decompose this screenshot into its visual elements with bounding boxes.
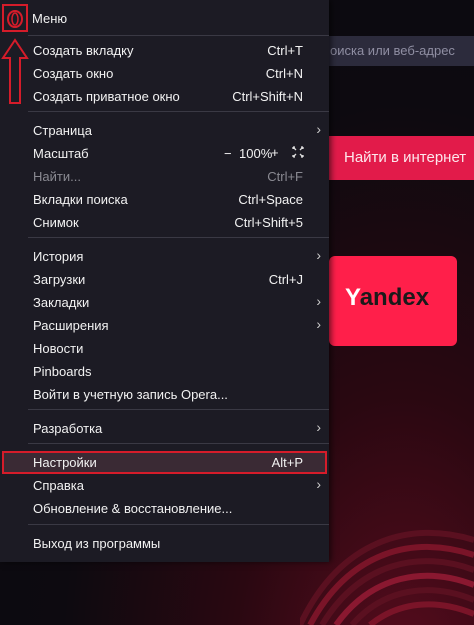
zoom-in-button[interactable]: + [271, 145, 279, 160]
zoom-value: 100% [239, 146, 273, 161]
menu-separator [28, 409, 329, 410]
menu-header[interactable]: Меню [0, 0, 329, 36]
address-placeholder: оиска или веб-адрес [330, 43, 455, 58]
menu-item-extensions[interactable]: Расширения › [0, 314, 329, 337]
menu-item-downloads[interactable]: Загрузки Ctrl+J [0, 268, 329, 291]
menu-separator [28, 111, 329, 112]
chevron-right-icon: › [316, 419, 321, 435]
opera-main-menu: Меню Создать вкладку Ctrl+T Создать окно… [0, 0, 329, 562]
menu-item-help[interactable]: Справка › [0, 474, 329, 497]
zoom-out-button[interactable]: − [224, 146, 232, 161]
menu-separator [28, 35, 329, 36]
menu-item-find[interactable]: Найти... Ctrl+F [0, 165, 329, 188]
menu-separator [28, 443, 329, 444]
menu-item-settings[interactable]: Настройки Alt+P [0, 451, 329, 474]
menu-item-history[interactable]: История › [0, 245, 329, 268]
menu-title: Меню [32, 11, 68, 26]
opera-icon [7, 10, 23, 28]
yandex-logo: Yandex [345, 284, 430, 311]
web-search-button[interactable]: Найти в интернет [328, 136, 474, 180]
menu-item-search-tabs[interactable]: Вкладки поиска Ctrl+Space [0, 188, 329, 211]
chevron-right-icon: › [316, 293, 321, 309]
menu-separator [28, 237, 329, 238]
menu-item-snapshot[interactable]: Снимок Ctrl+Shift+5 [0, 211, 329, 234]
speed-dial-yandex[interactable]: Yandex [329, 256, 457, 346]
menu-item-exit[interactable]: Выход из программы [0, 532, 329, 555]
menu-item-page[interactable]: Страница › [0, 119, 329, 142]
fullscreen-icon[interactable] [292, 146, 304, 158]
menu-item-new-private-window[interactable]: Создать приватное окно Ctrl+Shift+N [0, 85, 329, 108]
menu-item-zoom: Масштаб − 100% + [0, 142, 329, 165]
chevron-right-icon: › [316, 316, 321, 332]
menu-item-sign-in[interactable]: Войти в учетную запись Opera... [0, 383, 329, 406]
menu-separator [28, 524, 329, 525]
chevron-right-icon: › [316, 247, 321, 263]
menu-item-news[interactable]: Новости [0, 337, 329, 360]
chevron-right-icon: › [316, 476, 321, 492]
chevron-right-icon: › [316, 121, 321, 137]
menu-item-new-tab[interactable]: Создать вкладку Ctrl+T [0, 39, 329, 62]
menu-item-update-recovery[interactable]: Обновление & восстановление... [0, 497, 329, 520]
menu-item-pinboards[interactable]: Pinboards [0, 360, 329, 383]
opera-logo-button[interactable] [2, 4, 28, 32]
web-search-label: Найти в интернет [344, 149, 467, 166]
menu-item-bookmarks[interactable]: Закладки › [0, 291, 329, 314]
menu-item-developer[interactable]: Разработка › [0, 417, 329, 440]
menu-item-new-window[interactable]: Создать окно Ctrl+N [0, 62, 329, 85]
